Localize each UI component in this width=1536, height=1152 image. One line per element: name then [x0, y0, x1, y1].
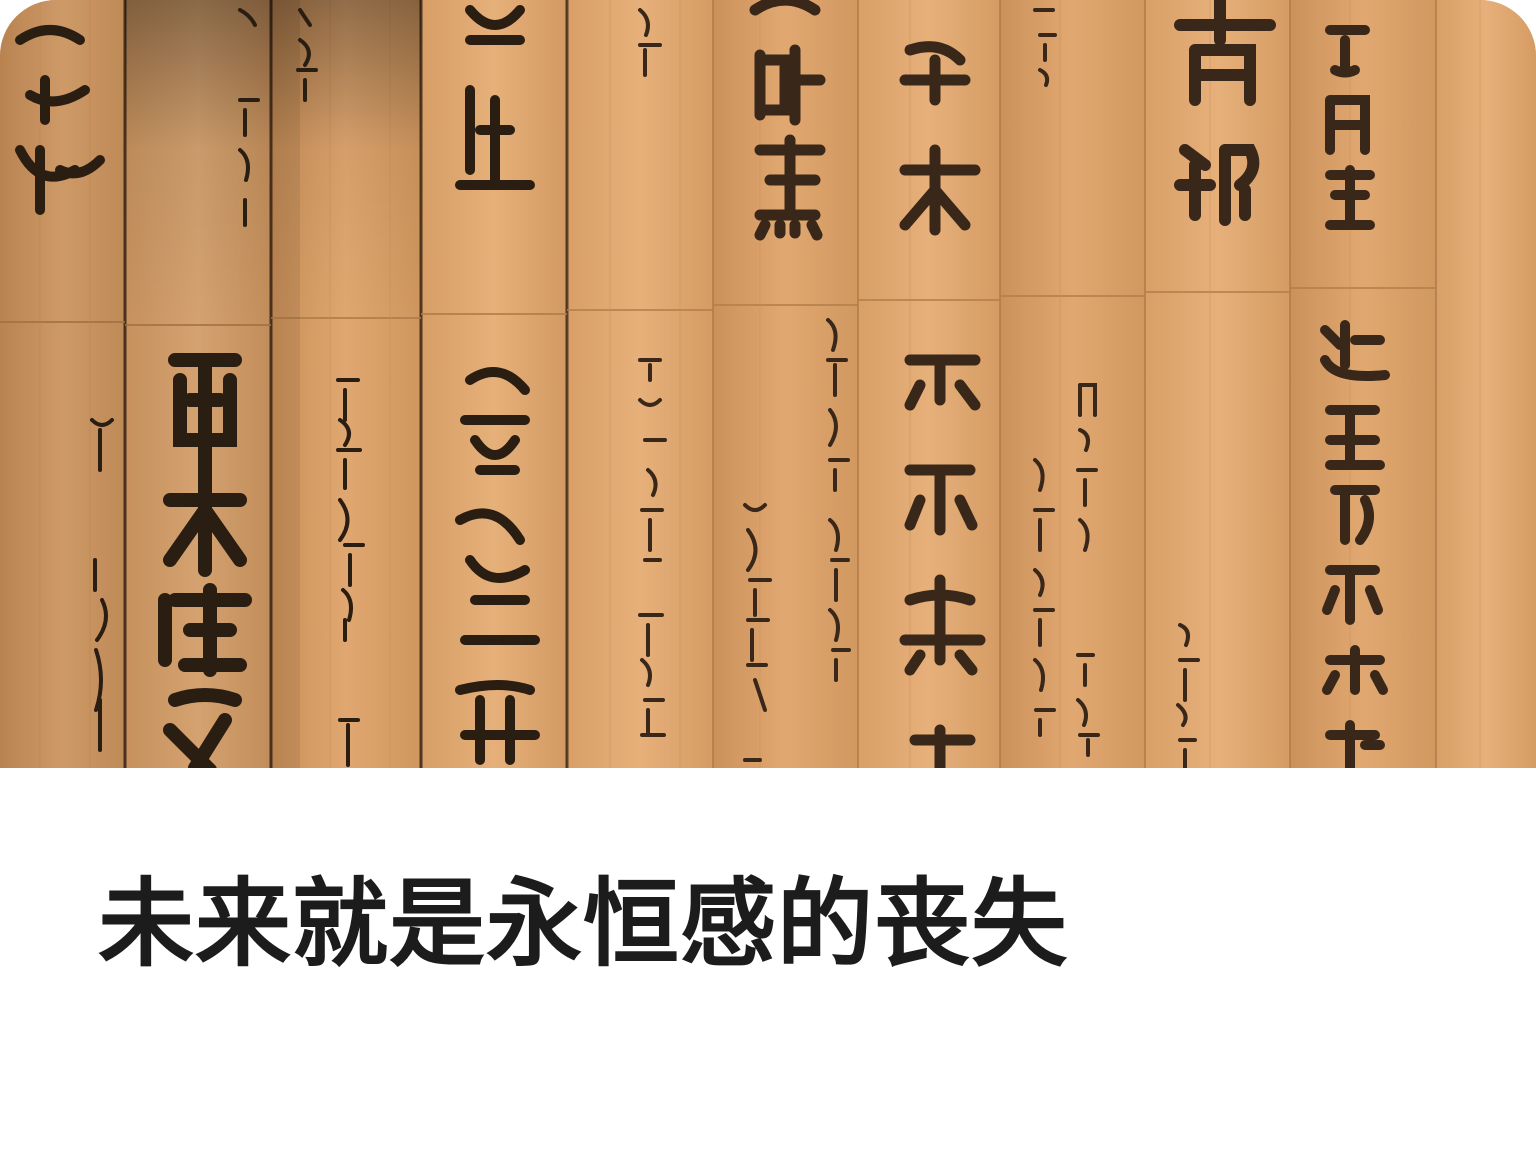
- calligraphy-wood-photo: [0, 0, 1536, 768]
- article-card[interactable]: 未来就是永恒感的丧失: [0, 0, 1536, 1152]
- hero-image[interactable]: [0, 0, 1536, 768]
- article-title[interactable]: 未来就是永恒感的丧失: [98, 868, 1068, 980]
